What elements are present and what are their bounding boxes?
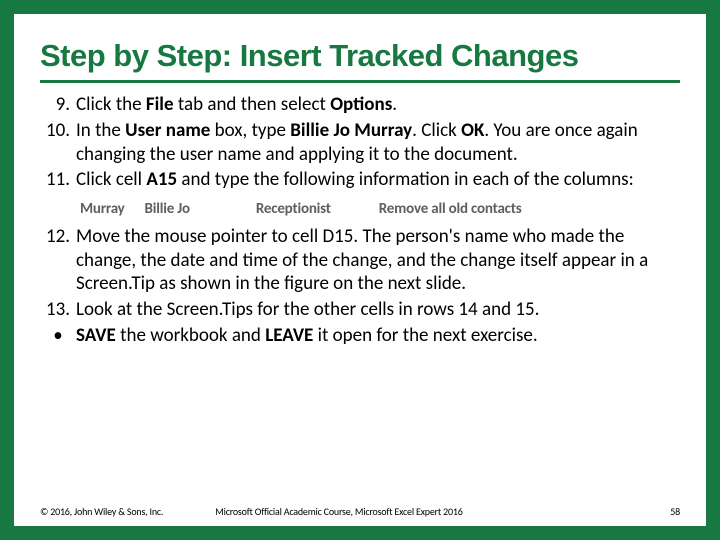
step-number: 13. [40,298,76,322]
slide-title: Step by Step: Insert Tracked Changes [40,38,680,74]
step-text: Look at the Screen.Tips for the other ce… [76,298,680,322]
step-13: 13. Look at the Screen.Tips for the othe… [40,298,680,322]
step-number: 9. [40,93,76,117]
step-text: Click the File tab and then select Optio… [76,93,680,117]
slide-footer: © 2016, John Wiley & Sons, Inc. Microsof… [40,505,680,518]
course-text: Microsoft Official Academic Course, Micr… [215,505,670,518]
slide-body: 9. Click the File tab and then select Op… [40,93,680,348]
step-10: 10. In the User name box, type Billie Jo… [40,119,680,167]
step-number: 12. [40,225,76,296]
table-cell: Remove all old contacts [379,200,522,219]
table-cell: Murray [80,200,125,219]
step-12: 12. Move the mouse pointer to cell D15. … [40,225,680,296]
bullet-icon: • [40,324,76,348]
step-text: In the User name box, type Billie Jo Mur… [76,119,680,167]
step-number: 10. [40,119,76,167]
title-underline [40,80,680,83]
step-text: Click cell A15 and type the following in… [76,168,680,192]
step-number: 11. [40,168,76,192]
save-bullet: • SAVE the workbook and LEAVE it open fo… [40,324,680,348]
step-11: 11. Click cell A15 and type the followin… [40,168,680,192]
example-table-row: Murray Billie Jo Receptionist Remove all… [80,200,680,219]
step-9: 9. Click the File tab and then select Op… [40,93,680,117]
step-text: Move the mouse pointer to cell D15. The … [76,225,680,296]
table-cell: Billie Jo [145,200,190,219]
table-cell: Receptionist [256,200,331,219]
copyright-text: © 2016, John Wiley & Sons, Inc. [40,505,163,518]
step-text: SAVE the workbook and LEAVE it open for … [76,324,680,348]
page-number: 58 [670,505,680,518]
slide: Step by Step: Insert Tracked Changes 9. … [0,0,720,540]
